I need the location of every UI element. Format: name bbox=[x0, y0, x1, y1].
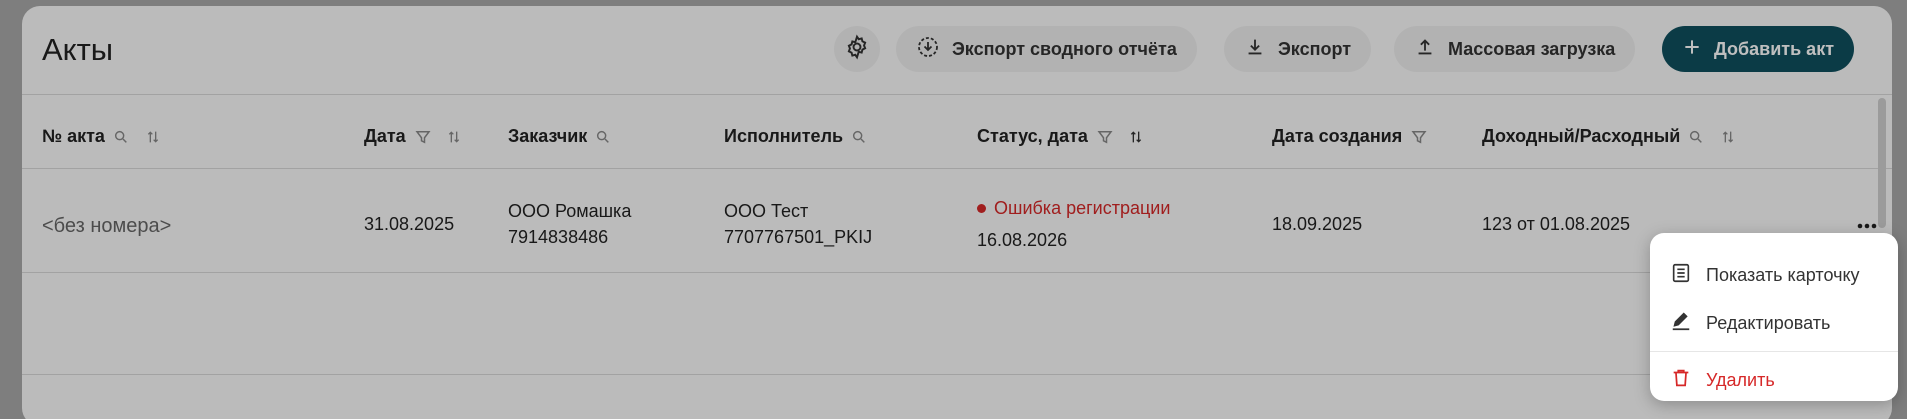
columns-divider bbox=[22, 168, 1892, 169]
upload-icon bbox=[1414, 36, 1436, 63]
settings-button[interactable] bbox=[834, 26, 880, 72]
search-icon[interactable] bbox=[113, 129, 129, 145]
row-divider bbox=[22, 272, 1892, 273]
menu-item-label: Редактировать bbox=[1706, 312, 1831, 333]
act-number: <без номера> bbox=[42, 215, 172, 237]
row-divider bbox=[22, 374, 1892, 375]
search-icon[interactable] bbox=[595, 129, 611, 145]
bulk-upload-button[interactable]: Массовая загрузка bbox=[1394, 26, 1636, 72]
plus-icon bbox=[1682, 37, 1702, 62]
filter-icon[interactable] bbox=[1410, 128, 1428, 146]
customer-name: ООО Ромашка bbox=[508, 201, 632, 221]
executor-name: ООО Тест bbox=[724, 201, 809, 221]
export-label: Экспорт bbox=[1278, 38, 1352, 59]
gear-icon bbox=[844, 34, 870, 65]
download-icon bbox=[1244, 36, 1266, 63]
column-label: Исполнитель bbox=[724, 126, 844, 146]
acts-panel: Акты Экспорт сводного отчёта Экспорт Мас… bbox=[22, 6, 1892, 419]
column-label: Дата bbox=[364, 126, 406, 146]
column-label: Доходный/Расходный bbox=[1482, 126, 1681, 146]
sort-icon[interactable] bbox=[1128, 129, 1144, 145]
menu-item-delete[interactable]: Удалить bbox=[1650, 356, 1898, 404]
column-label: Дата создания bbox=[1272, 126, 1403, 146]
search-icon[interactable] bbox=[851, 129, 867, 145]
column-header-number[interactable]: № акта bbox=[42, 126, 161, 147]
status-badge: Ошибка регистрации bbox=[977, 196, 1170, 221]
executor-inn: 7707767501_PKIJ bbox=[724, 227, 873, 247]
filter-icon[interactable] bbox=[1096, 128, 1114, 146]
filter-icon[interactable] bbox=[414, 128, 432, 146]
status-text: Ошибка регистрации bbox=[994, 198, 1171, 218]
page-title: Акты bbox=[42, 32, 114, 67]
menu-item-label: Показать карточку bbox=[1706, 264, 1860, 285]
customer-inn: 7914838486 bbox=[508, 227, 609, 247]
column-header-created[interactable]: Дата создания bbox=[1272, 126, 1428, 147]
column-header-income-expense[interactable]: Доходный/Расходный bbox=[1482, 126, 1736, 147]
trash-icon bbox=[1670, 367, 1692, 394]
menu-item-label: Удалить bbox=[1706, 369, 1775, 390]
search-icon[interactable] bbox=[1688, 129, 1704, 145]
status-dot bbox=[977, 204, 986, 213]
menu-separator bbox=[1650, 351, 1898, 352]
column-header-date[interactable]: Дата bbox=[364, 126, 462, 147]
bulk-upload-label: Массовая загрузка bbox=[1448, 38, 1616, 59]
sort-icon[interactable] bbox=[446, 129, 462, 145]
page-header: Акты Экспорт сводного отчёта Экспорт Мас… bbox=[22, 6, 1892, 94]
header-divider bbox=[22, 94, 1892, 95]
column-header-status[interactable]: Статус, дата bbox=[977, 126, 1144, 147]
column-header-customer[interactable]: Заказчик bbox=[508, 126, 611, 147]
sort-icon[interactable] bbox=[145, 129, 161, 145]
pencil-icon bbox=[1670, 310, 1692, 337]
menu-item-show-card[interactable]: Показать карточку bbox=[1650, 251, 1898, 299]
column-label: Заказчик bbox=[508, 126, 588, 146]
download-circle-icon bbox=[916, 35, 940, 64]
export-button[interactable]: Экспорт bbox=[1224, 26, 1372, 72]
income-expense: 123 от 01.08.2025 bbox=[1482, 214, 1630, 234]
add-act-button[interactable]: Добавить акт bbox=[1662, 26, 1855, 72]
act-date: 31.08.2025 bbox=[364, 214, 455, 234]
column-label: № акта bbox=[42, 126, 105, 146]
menu-item-edit[interactable]: Редактировать bbox=[1650, 299, 1898, 347]
row-actions-menu: Показать карточку Редактировать Удалить bbox=[1650, 233, 1898, 401]
export-summary-label: Экспорт сводного отчёта bbox=[952, 38, 1177, 59]
add-act-label: Добавить акт bbox=[1714, 38, 1835, 59]
created-date: 18.09.2025 bbox=[1272, 214, 1363, 234]
export-summary-button[interactable]: Экспорт сводного отчёта bbox=[896, 26, 1197, 72]
vertical-scrollbar[interactable] bbox=[1878, 98, 1886, 228]
sort-icon[interactable] bbox=[1720, 129, 1736, 145]
card-list-icon bbox=[1670, 262, 1692, 289]
column-header-executor[interactable]: Исполнитель bbox=[724, 126, 867, 147]
column-label: Статус, дата bbox=[977, 126, 1088, 146]
status-date: 16.08.2026 bbox=[977, 230, 1068, 250]
